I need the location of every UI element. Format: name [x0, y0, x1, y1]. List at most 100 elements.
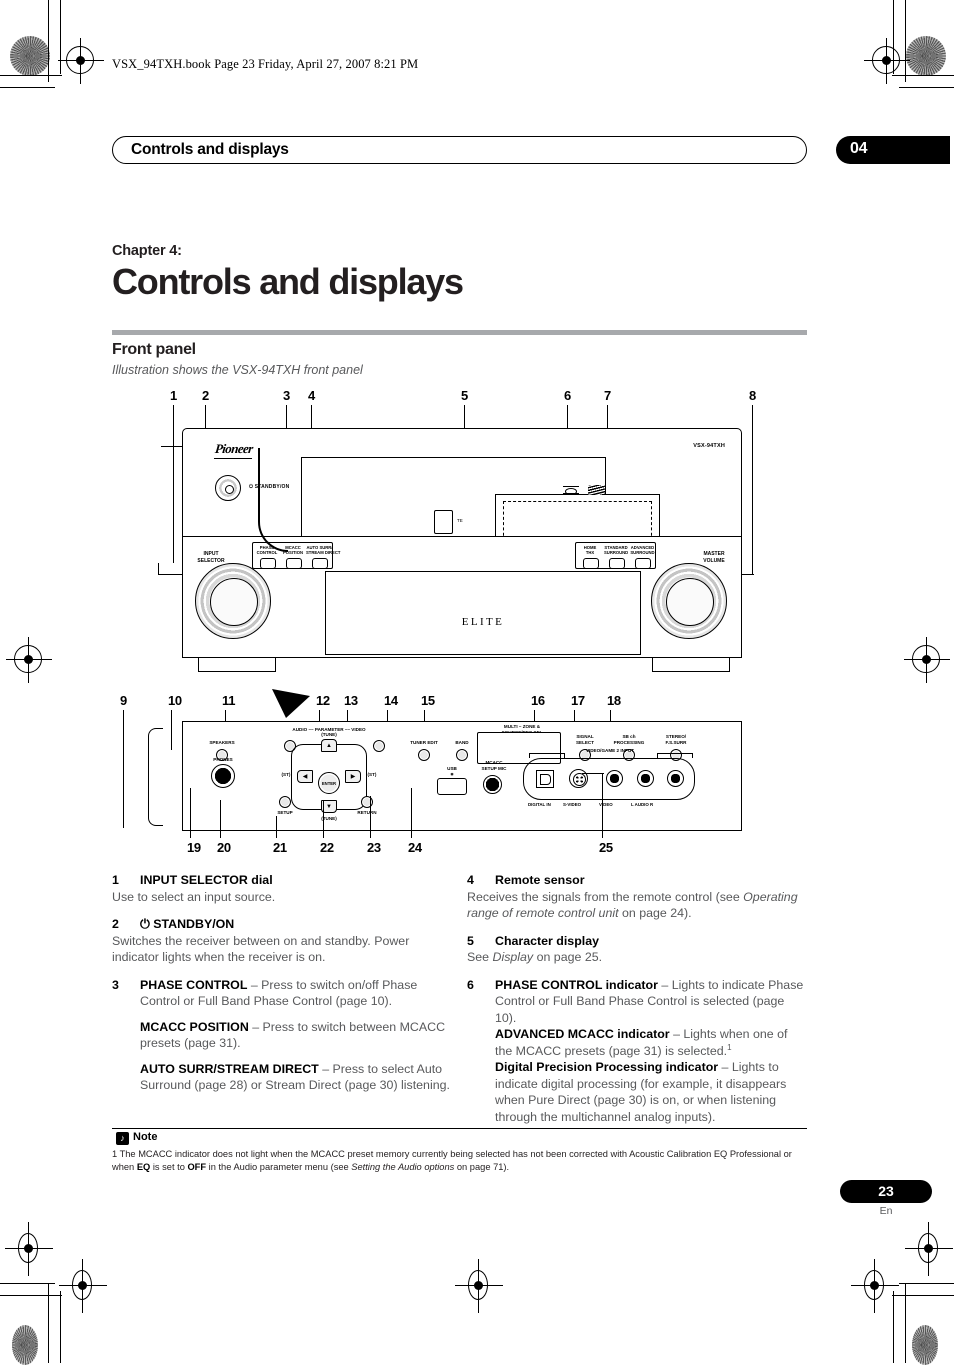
- audio-right-jack[interactable]: [667, 770, 684, 787]
- chapter-number: 04: [850, 140, 868, 157]
- crop-mark: [899, 1283, 954, 1284]
- return-button[interactable]: [361, 796, 373, 808]
- note-body: 1 The MCACC indicator does not light whe…: [112, 1148, 812, 1175]
- home-thx-button[interactable]: [583, 558, 599, 569]
- registration-mark: [455, 1259, 503, 1313]
- callout-4: 4: [308, 388, 315, 403]
- callout-9: 9: [120, 693, 127, 708]
- digital-in-jack[interactable]: [536, 770, 554, 788]
- item-heading: ⏻ STANDBY/ON: [140, 917, 235, 931]
- standby-on-button[interactable]: [215, 475, 241, 501]
- leader-line: [752, 405, 753, 575]
- callout-3: 3: [283, 388, 290, 403]
- receiver-lower-panel: SPEAKERS PHONES AUDIO –– PARAMETER –– VI…: [182, 721, 742, 831]
- band-button[interactable]: [456, 749, 468, 761]
- dpad-left-button[interactable]: ◀: [297, 770, 313, 783]
- item-body: MCACC POSITION – Press to switch between…: [140, 1019, 452, 1052]
- pioneer-logo: Pioneer: [214, 441, 254, 456]
- drop-down-flap[interactable]: ELITE: [325, 571, 641, 655]
- elite-logo: ELITE: [461, 616, 505, 628]
- item-heading: Remote sensor: [495, 873, 585, 887]
- page-number: 23: [878, 1183, 894, 1199]
- callout-2: 2: [202, 388, 209, 403]
- usb-port[interactable]: [437, 778, 467, 795]
- front-panel-figure: 1 2 3 4 5 6 7 8 Pioneer VSX-94TXH ⏻ STAN…: [112, 388, 812, 868]
- item-body: PHASE CONTROL – Press to switch on/off P…: [140, 977, 452, 1010]
- item-body: Use to select an input source.: [112, 889, 276, 904]
- item-number: 6: [467, 977, 474, 992]
- leader-line: [276, 816, 277, 838]
- item-subheading: AUTO SURR/STREAM DIRECT: [140, 1061, 319, 1076]
- leader-line: [582, 773, 604, 774]
- descriptions-column-right: 4 Remote sensor Receives the signals fro…: [467, 872, 807, 1136]
- leader-line: [171, 710, 172, 750]
- crop-mark: [892, 75, 954, 76]
- registration-mark: [864, 38, 910, 84]
- list-item: 4 Remote sensor Receives the signals fro…: [467, 872, 807, 922]
- panel-bracket-left: [148, 728, 163, 826]
- registration-mark: [905, 1222, 953, 1276]
- item-body: See Display on page 25.: [467, 949, 807, 966]
- note-text-2: is set to: [150, 1162, 188, 1173]
- item-heading: PHASE CONTROL indicator: [495, 977, 658, 992]
- callout-21: 21: [273, 840, 287, 855]
- section-subtitle: Illustration shows the VSX-94TXH front p…: [112, 363, 363, 377]
- video-parameter-button[interactable]: [373, 740, 385, 752]
- callout-18: 18: [607, 693, 621, 708]
- callout-10: 10: [168, 693, 182, 708]
- mcacc-setup-mic-jack[interactable]: [483, 775, 502, 794]
- tune-up-label: (TUNE): [321, 732, 337, 737]
- registration-mark: [904, 637, 950, 683]
- note-icon: ♪: [116, 1132, 129, 1145]
- callout-24: 24: [408, 840, 422, 855]
- return-label: RETURN: [357, 810, 377, 815]
- callout-23: 23: [367, 840, 381, 855]
- audio-left-jack[interactable]: [637, 770, 654, 787]
- tune-down-label: (TUNE): [321, 816, 337, 821]
- signal-select-label: SIGNAL SELECT: [575, 734, 595, 745]
- halftone-patch-top-right: [906, 36, 946, 76]
- remote-sensor: [434, 510, 453, 534]
- enter-button[interactable]: ENTER: [318, 772, 340, 794]
- item-body-post: on page 24).: [618, 906, 692, 920]
- crop-mark: [0, 75, 62, 76]
- note-italic-ref: Setting the Audio options: [351, 1162, 455, 1173]
- leader-line: [411, 788, 412, 838]
- advanced-surround-button[interactable]: [635, 558, 651, 569]
- phones-jack[interactable]: [211, 764, 235, 788]
- callout-15: 15: [421, 693, 435, 708]
- callout-5: 5: [461, 388, 468, 403]
- dpad-up-button[interactable]: ▲: [321, 739, 337, 752]
- crop-mark: [60, 1291, 61, 1363]
- video-game-2-input-label: VIDEO/GAME 2 INPUT: [585, 748, 635, 753]
- note-title: Note: [133, 1131, 158, 1143]
- mcacc-position-button[interactable]: [286, 558, 302, 569]
- model-number: VSX-94TXH: [693, 443, 725, 449]
- note-text-3: in the Audio parameter menu (see: [206, 1162, 352, 1173]
- crop-mark: [60, 0, 61, 74]
- list-item: 5 Character display See Display on page …: [467, 933, 807, 966]
- master-volume-dial[interactable]: [651, 563, 727, 639]
- item-subheading: MCACC POSITION: [140, 1019, 249, 1034]
- registration-mark: [59, 1259, 107, 1313]
- note-text-4: on page 71).: [454, 1162, 510, 1173]
- phase-control-button[interactable]: [260, 558, 276, 569]
- tuner-edit-button[interactable]: [418, 749, 430, 761]
- registration-mark: [5, 1222, 53, 1276]
- note-divider: [112, 1128, 807, 1130]
- callout-25: 25: [599, 840, 613, 855]
- character-display-area: [503, 501, 652, 541]
- right-button-group: HOME THX STANDARD SURROUND ADVANCED SURROUN…: [575, 542, 656, 569]
- standard-surround-button[interactable]: [609, 558, 625, 569]
- s-video-jack[interactable]: [569, 769, 588, 788]
- chapter-number-badge: 04: [836, 136, 950, 164]
- note-bold-eq: EQ: [136, 1162, 151, 1173]
- master-volume-label: MASTER VOLUME: [703, 551, 725, 564]
- halftone-patch-top-left: [10, 36, 50, 76]
- auto-surr-stream-direct-button[interactable]: [312, 558, 328, 569]
- setup-button[interactable]: [279, 796, 291, 808]
- format-logos: [563, 485, 605, 495]
- item-body-pre: Receives the signals from the remote con…: [467, 889, 744, 904]
- dpad-right-button[interactable]: ▶: [345, 770, 361, 783]
- video-jack[interactable]: [606, 770, 623, 787]
